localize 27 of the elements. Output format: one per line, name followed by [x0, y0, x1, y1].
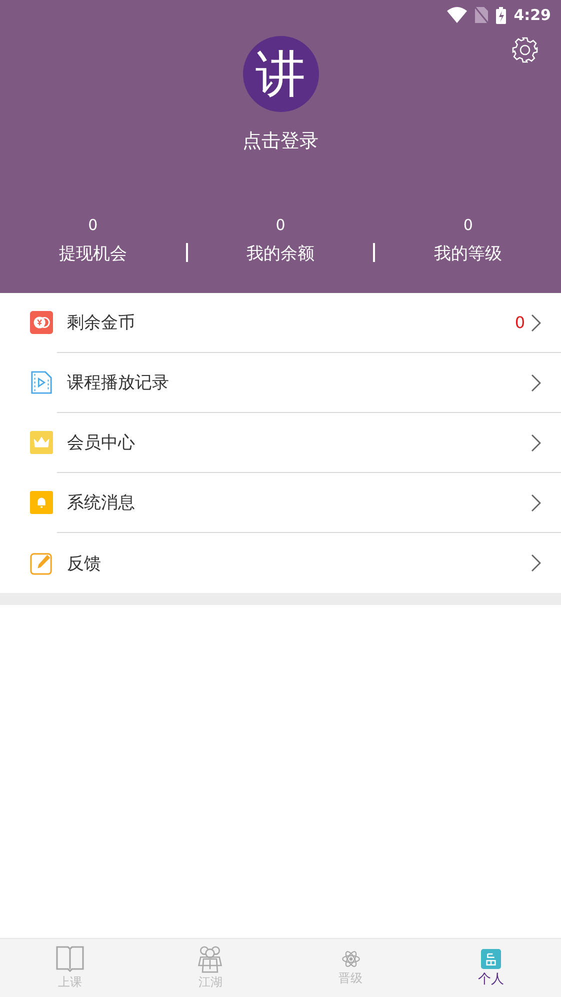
bell-icon	[30, 491, 53, 514]
crown-icon	[30, 431, 53, 454]
wifi-icon	[446, 7, 467, 23]
chevron-icon	[531, 494, 541, 512]
person-icon	[480, 948, 501, 968]
video-file-icon	[30, 371, 53, 394]
chevron-icon	[531, 434, 541, 452]
chevron-icon	[531, 554, 541, 572]
book-icon	[55, 945, 86, 973]
status-time: 4:29	[514, 6, 551, 24]
login-link[interactable]: 点击登录	[242, 128, 318, 154]
chevron-icon	[531, 314, 541, 332]
settings-icon[interactable]	[511, 36, 539, 64]
avatar-logo[interactable]: 讲	[242, 36, 318, 112]
stat-value: 0	[88, 216, 98, 234]
stat-value: 0	[463, 216, 473, 234]
coin-icon	[30, 311, 53, 334]
stat-label[interactable]: 我的余额	[246, 242, 314, 265]
atom-icon	[340, 949, 361, 969]
no-sim-icon	[474, 7, 488, 23]
nav-tab[interactable]: 个人	[420, 939, 561, 997]
battery-icon	[496, 6, 506, 24]
stat-value: 0	[276, 216, 286, 234]
edit-icon	[30, 552, 53, 574]
stat-label[interactable]: 我的等级	[434, 242, 502, 265]
stat-label[interactable]: 提现机会	[58, 242, 127, 265]
chevron-icon	[531, 374, 541, 392]
